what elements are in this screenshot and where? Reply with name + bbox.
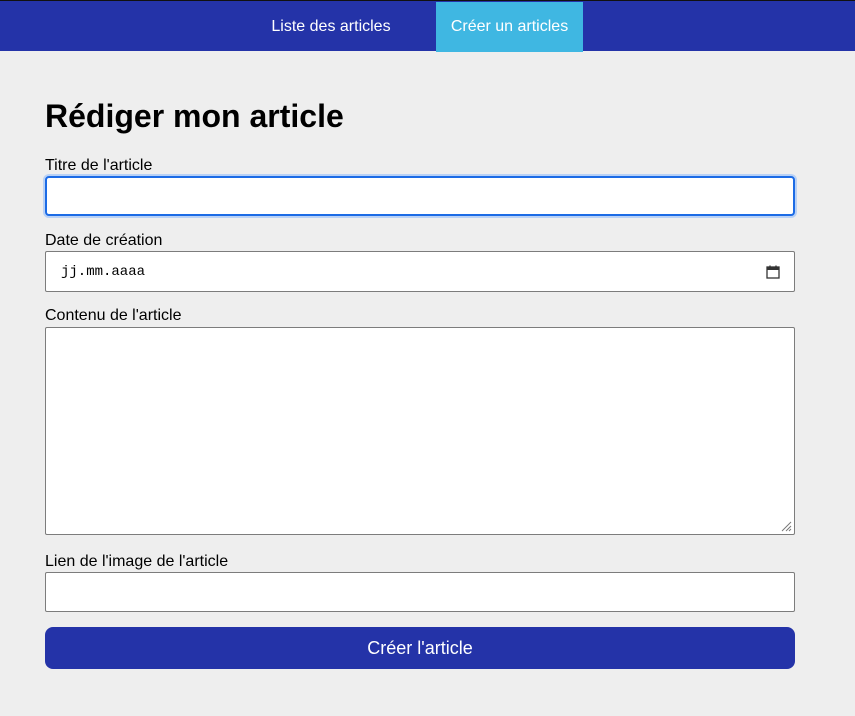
article-title-label: Titre de l'article bbox=[45, 157, 153, 174]
nav-link-create-article[interactable]: Créer un articles bbox=[436, 2, 583, 52]
create-article-button[interactable]: Créer l'article bbox=[45, 627, 795, 669]
page-title: Rédiger mon article bbox=[45, 98, 344, 134]
top-navigation: Liste des articles Créer un articles bbox=[0, 0, 855, 52]
article-image-link-input[interactable] bbox=[45, 572, 795, 612]
resize-handle-icon[interactable] bbox=[780, 520, 792, 532]
calendar-icon[interactable] bbox=[766, 265, 780, 279]
article-content-textarea[interactable] bbox=[45, 327, 795, 535]
article-title-input[interactable] bbox=[45, 176, 795, 216]
date-placeholder: jj.mm.aaaa bbox=[61, 264, 146, 280]
article-content-label: Contenu de l'article bbox=[45, 307, 182, 324]
creation-date-label: Date de création bbox=[45, 232, 163, 249]
nav-link-article-list[interactable]: Liste des articles bbox=[255, 2, 407, 52]
article-image-link-label: Lien de l'image de l'article bbox=[45, 553, 229, 570]
creation-date-input[interactable]: jj.mm.aaaa bbox=[45, 251, 795, 292]
